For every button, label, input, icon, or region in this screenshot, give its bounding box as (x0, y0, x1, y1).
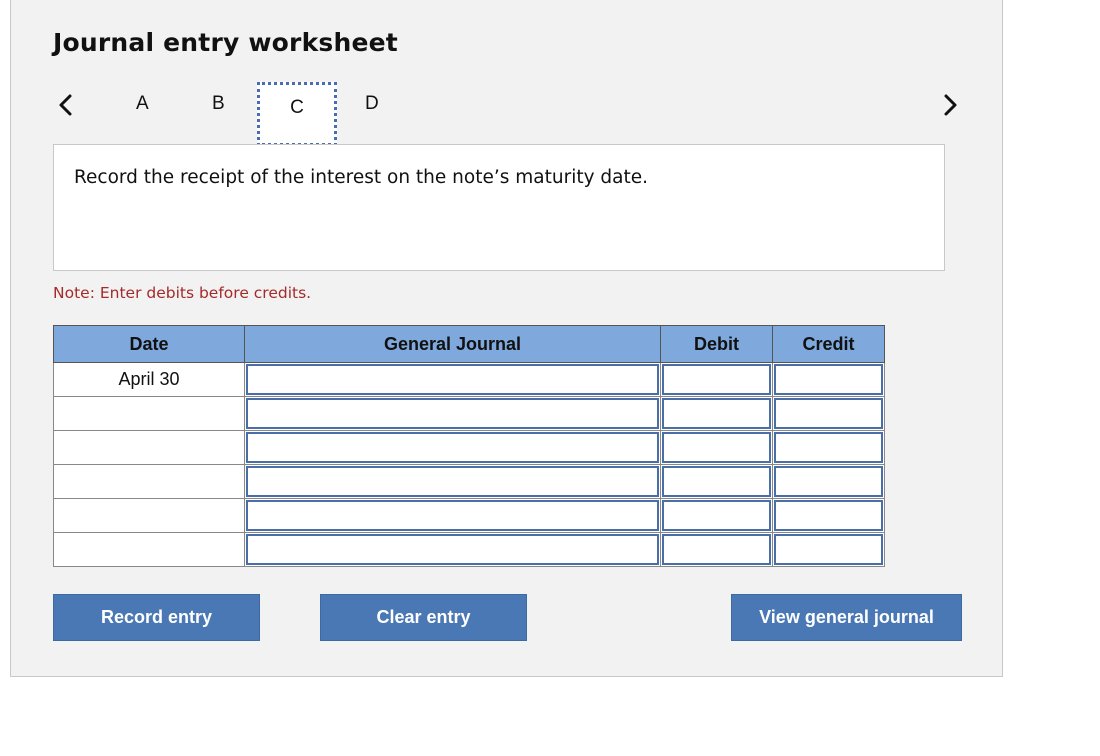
header-general-journal: General Journal (244, 325, 661, 363)
journal-input[interactable] (246, 534, 659, 565)
debit-input[interactable] (662, 398, 771, 429)
journal-cell (244, 532, 661, 567)
clear-entry-button[interactable]: Clear entry (320, 594, 527, 641)
credit-input[interactable] (774, 534, 883, 565)
tab-step-a[interactable]: A (136, 93, 149, 115)
date-cell (53, 532, 245, 567)
header-credit: Credit (772, 325, 885, 363)
chevron-right-icon[interactable] (938, 92, 962, 118)
instruction-text: Record the receipt of the interest on th… (74, 167, 649, 188)
debit-cell (660, 532, 773, 567)
table-row (53, 396, 885, 431)
date-cell (53, 430, 245, 465)
view-general-journal-button[interactable]: View general journal (731, 594, 962, 641)
debit-cell (660, 362, 773, 397)
table-row (53, 430, 885, 465)
credit-cell (772, 464, 885, 499)
credit-cell (772, 362, 885, 397)
debit-cell (660, 430, 773, 465)
debit-cell (660, 464, 773, 499)
credit-input[interactable] (774, 432, 883, 463)
credit-cell (772, 430, 885, 465)
debit-input[interactable] (662, 534, 771, 565)
tab-step-d[interactable]: D (365, 93, 379, 115)
debit-cell (660, 498, 773, 533)
date-cell: April 30 (53, 362, 245, 397)
debit-input[interactable] (662, 432, 771, 463)
table-row (53, 532, 885, 567)
journal-cell (244, 464, 661, 499)
date-cell (53, 396, 245, 431)
table-row (53, 498, 885, 533)
header-date: Date (53, 325, 245, 363)
journal-input[interactable] (246, 466, 659, 497)
credit-input[interactable] (774, 364, 883, 395)
journal-cell (244, 396, 661, 431)
journal-cell (244, 498, 661, 533)
tab-step-b[interactable]: B (212, 93, 225, 115)
instruction-box: Record the receipt of the interest on th… (53, 144, 945, 271)
journal-input[interactable] (246, 500, 659, 531)
credit-input[interactable] (774, 466, 883, 497)
journal-input[interactable] (246, 432, 659, 463)
debit-input[interactable] (662, 364, 771, 395)
credit-cell (772, 498, 885, 533)
date-cell (53, 464, 245, 499)
table-row: April 30 (53, 362, 885, 397)
credit-cell (772, 396, 885, 431)
date-cell (53, 498, 245, 533)
credit-input[interactable] (774, 500, 883, 531)
debit-cell (660, 396, 773, 431)
debit-credit-note: Note: Enter debits before credits. (53, 284, 312, 302)
journal-cell (244, 362, 661, 397)
journal-input[interactable] (246, 398, 659, 429)
header-debit: Debit (660, 325, 773, 363)
chevron-left-icon[interactable] (54, 92, 78, 118)
debit-input[interactable] (662, 466, 771, 497)
credit-input[interactable] (774, 398, 883, 429)
table-row (53, 464, 885, 499)
journal-input[interactable] (246, 364, 659, 395)
journal-table: Date General Journal Debit Credit April … (53, 325, 885, 567)
journal-cell (244, 430, 661, 465)
credit-cell (772, 532, 885, 567)
debit-input[interactable] (662, 500, 771, 531)
tab-step-c[interactable]: C (257, 82, 337, 146)
page-title: Journal entry worksheet (53, 28, 398, 57)
record-entry-button[interactable]: Record entry (53, 594, 260, 641)
